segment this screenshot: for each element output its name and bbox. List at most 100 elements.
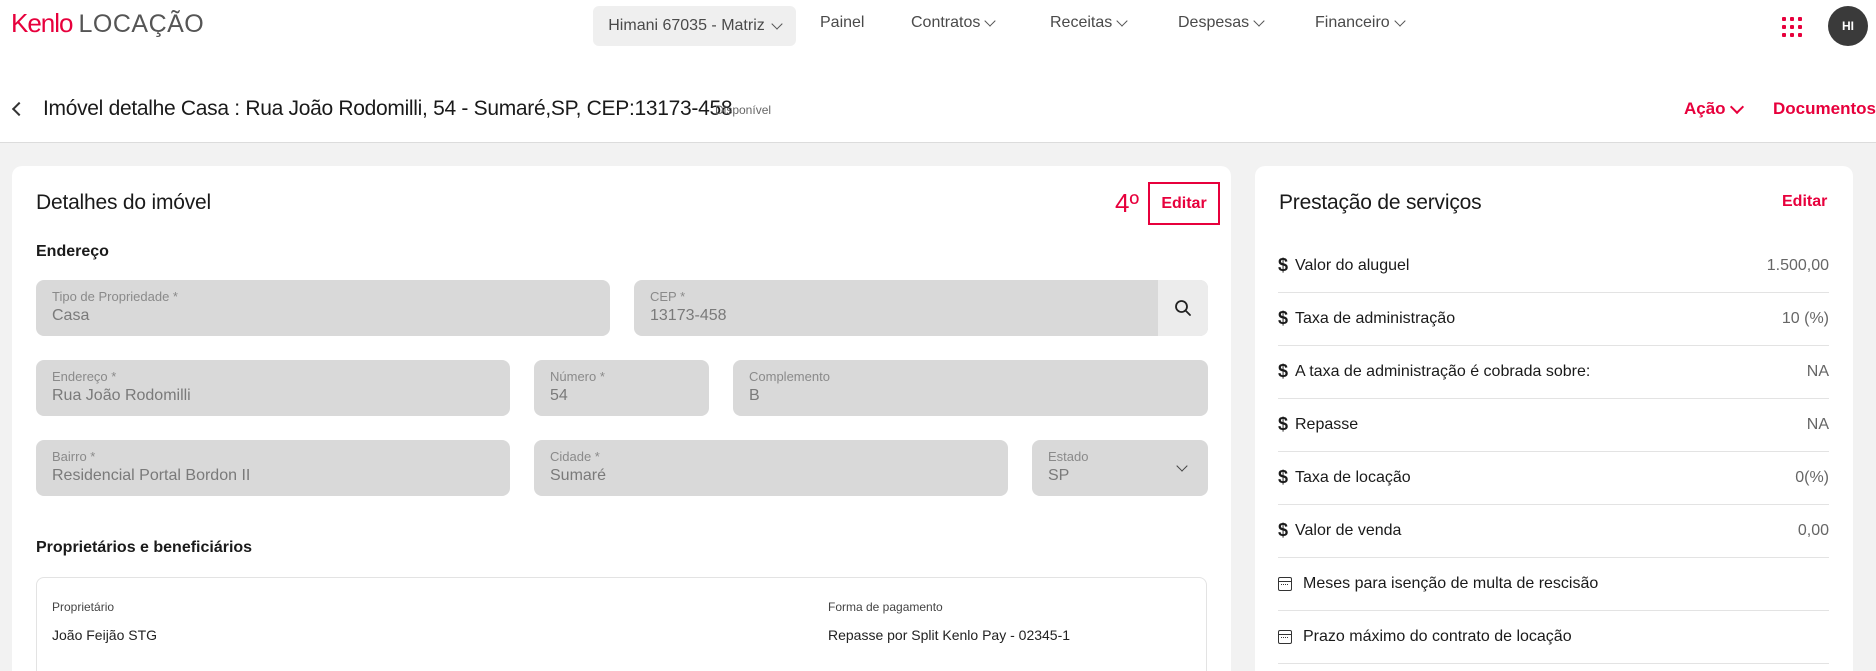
- service-row: $ Valor de venda 0,00: [1278, 505, 1829, 558]
- number-field[interactable]: Número * 54: [534, 360, 709, 416]
- service-row: Prazo máximo do contrato de locação: [1278, 611, 1829, 664]
- service-row: $ Valor do aluguel 1.500,00: [1278, 240, 1829, 293]
- service-value: 1.500,00: [1766, 257, 1829, 274]
- service-row: $ Repasse NA: [1278, 399, 1829, 452]
- service-row: $ Taxa de locação 0(%): [1278, 452, 1829, 505]
- dollar-icon: $: [1278, 361, 1289, 381]
- service-value: 0,00: [1797, 522, 1829, 539]
- edit-details-button[interactable]: Editar: [1148, 182, 1220, 225]
- chevron-down-icon: [984, 14, 997, 27]
- nav-label: Despesas: [1178, 14, 1250, 31]
- services-title: Prestação de serviços: [1279, 191, 1482, 214]
- logo-brand: Kenlo: [11, 8, 73, 38]
- back-arrow-icon[interactable]: [11, 101, 27, 117]
- service-label: Taxa de administração: [1295, 310, 1456, 327]
- chevron-down-icon: [1176, 460, 1188, 472]
- cep-search-button[interactable]: [1158, 280, 1208, 336]
- service-label: Taxa de locação: [1295, 469, 1411, 486]
- dollar-icon: $: [1278, 414, 1289, 434]
- address-field[interactable]: Endereço * Rua João Rodomilli: [36, 360, 510, 416]
- field-label: Cidade *: [550, 449, 600, 464]
- field-label: Tipo de Propriedade *: [52, 289, 178, 304]
- chevron-down-icon: [1253, 14, 1265, 27]
- service-label: Valor do aluguel: [1295, 257, 1410, 274]
- state-select[interactable]: Estado SP: [1032, 440, 1208, 496]
- service-label: Repasse: [1295, 416, 1359, 433]
- owners-panel: Proprietário João Feijão STG Forma de pa…: [36, 577, 1207, 671]
- cep-field[interactable]: CEP * 13173-458: [634, 280, 1208, 336]
- field-value: 13173-458: [650, 307, 727, 324]
- field-value: Sumaré: [550, 467, 607, 484]
- service-value: NA: [1806, 416, 1829, 433]
- service-row: $ Taxa de administração 10 (%): [1278, 293, 1829, 346]
- owner-label: Proprietário: [52, 600, 115, 614]
- logo-product: LOCAÇÃO: [78, 10, 205, 38]
- search-icon: [1175, 300, 1191, 316]
- user-avatar[interactable]: HI: [1828, 6, 1868, 46]
- service-label: Valor de venda: [1295, 522, 1402, 539]
- service-value: 0(%): [1795, 469, 1829, 486]
- organization-name: Himani 67035 - Matriz: [608, 17, 765, 34]
- nav-label: Financeiro: [1315, 14, 1390, 31]
- step-marker: 4º: [1115, 188, 1139, 218]
- chevron-down-icon: [1116, 14, 1128, 27]
- nav-financeiro[interactable]: Financeiro: [1315, 14, 1406, 32]
- chevron-down-icon: [771, 17, 783, 30]
- apps-grid-icon[interactable]: [1782, 17, 1802, 37]
- nav-painel[interactable]: Painel: [820, 14, 864, 32]
- field-value: 54: [550, 387, 568, 404]
- details-title: Detalhes do imóvel: [36, 191, 211, 214]
- page-header: Imóvel detalhe Casa : Rua João Rodomilli…: [0, 82, 1876, 142]
- kenlo-logo[interactable]: Kenlo LOCAÇÃO: [11, 8, 204, 39]
- top-navigation-bar: Kenlo LOCAÇÃO Himani 67035 - Matriz Pain…: [0, 0, 1876, 52]
- field-label: CEP *: [650, 289, 686, 304]
- service-label: Meses para isenção de multa de rescisão: [1303, 575, 1599, 592]
- status-label: Disponível: [715, 103, 772, 117]
- field-label: Complemento: [749, 369, 830, 384]
- city-field[interactable]: Cidade * Sumaré: [534, 440, 1008, 496]
- dollar-icon: $: [1278, 520, 1289, 540]
- field-label: Estado: [1048, 449, 1089, 464]
- nav-contratos[interactable]: Contratos: [911, 14, 997, 32]
- service-label: Prazo máximo do contrato de locação: [1303, 628, 1572, 645]
- property-type-field[interactable]: Tipo de Propriedade * Casa: [36, 280, 610, 336]
- dollar-icon: $: [1278, 467, 1289, 487]
- nav-label: Painel: [820, 14, 865, 31]
- edit-services-button[interactable]: Editar: [1782, 193, 1827, 211]
- documents-link[interactable]: Documentos: [1773, 99, 1876, 119]
- address-section-title: Endereço: [36, 243, 109, 260]
- service-row: $ A taxa de administração é cobrada sobre…: [1278, 346, 1829, 399]
- dollar-icon: $: [1278, 255, 1289, 275]
- organization-switcher[interactable]: Himani 67035 - Matriz: [593, 6, 796, 46]
- field-label: Bairro *: [52, 449, 96, 464]
- calendar-icon: [1278, 630, 1292, 644]
- nav-label: Receitas: [1050, 14, 1113, 31]
- service-row: Meses para isenção de multa de rescisão: [1278, 558, 1829, 611]
- service-label: A taxa de administração é cobrada sobre:: [1295, 363, 1591, 380]
- field-label: Número *: [550, 369, 605, 384]
- payment-method-value: Repasse por Split Kenlo Pay - 02345-1: [828, 627, 1071, 643]
- nav-receitas[interactable]: Receitas: [1050, 14, 1128, 32]
- field-value: B: [749, 387, 760, 404]
- page-title: Imóvel detalhe Casa : Rua João Rodomilli…: [43, 97, 733, 120]
- field-label: Endereço *: [52, 369, 117, 384]
- field-value: Casa: [52, 307, 90, 324]
- owner-value: João Feijão STG: [52, 627, 158, 643]
- complement-field[interactable]: Complemento B: [733, 360, 1208, 416]
- nav-label: Contratos: [911, 14, 981, 31]
- chevron-down-icon: [1394, 14, 1406, 27]
- chevron-down-icon: [1729, 99, 1744, 114]
- owners-section-title: Proprietários e beneficiários: [36, 539, 253, 556]
- dollar-icon: $: [1278, 308, 1289, 328]
- neighborhood-field[interactable]: Bairro * Residencial Portal Bordon II: [36, 440, 510, 496]
- action-menu-button[interactable]: Ação: [1684, 99, 1744, 119]
- calendar-icon: [1278, 577, 1292, 591]
- field-value: Residencial Portal Bordon II: [52, 467, 251, 484]
- field-value: Rua João Rodomilli: [52, 387, 191, 404]
- nav-despesas[interactable]: Despesas: [1178, 14, 1265, 32]
- service-value: NA: [1806, 363, 1829, 380]
- service-value: 10 (%): [1781, 310, 1829, 327]
- payment-method-label: Forma de pagamento: [828, 600, 943, 614]
- action-label: Ação: [1684, 99, 1726, 118]
- field-value: SP: [1048, 467, 1070, 484]
